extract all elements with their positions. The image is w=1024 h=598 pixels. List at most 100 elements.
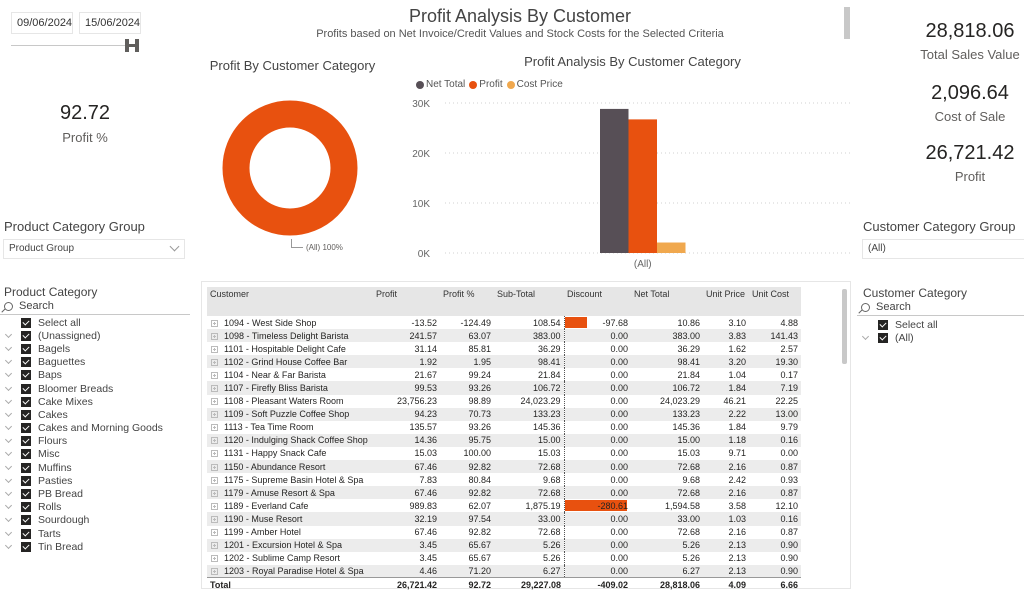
checkbox-checked-icon[interactable] xyxy=(21,541,31,552)
product-category-item[interactable]: Tin Bread xyxy=(0,540,190,553)
table-row[interactable]: 1202 - Sublime Camp Resort 3.45 65.67 5.26 0… xyxy=(207,551,801,565)
table-row[interactable]: 1201 - Excursion Hotel & Spa 3.45 65.67 5.2… xyxy=(207,538,801,552)
legend-item-profit[interactable]: Profit xyxy=(469,79,503,90)
chevron-down-icon[interactable] xyxy=(4,475,13,483)
column-header[interactable]: Sub-Total xyxy=(494,287,564,316)
bar-profit[interactable] xyxy=(628,119,658,253)
expand-icon[interactable] xyxy=(211,332,218,340)
chevron-down-icon[interactable] xyxy=(4,449,13,457)
table-row[interactable]: 1113 - Tea Time Room 135.57 93.26 145.36 0.0… xyxy=(207,420,801,434)
product-category-item[interactable]: Sourdough xyxy=(0,514,190,527)
bar-cost-price[interactable] xyxy=(657,242,686,253)
table-row[interactable]: 1109 - Soft Puzzle Coffee Shop 94.23 70.73… xyxy=(207,407,801,421)
expand-icon[interactable] xyxy=(211,555,218,563)
checkbox-checked-icon[interactable] xyxy=(21,370,31,381)
table-row[interactable]: 1101 - Hospitable Delight Cafe 31.14 85.81… xyxy=(207,342,801,356)
select-all-item[interactable]: Select all xyxy=(857,318,1024,331)
checkbox-checked-icon[interactable] xyxy=(21,528,31,539)
product-category-item[interactable]: Pasties xyxy=(0,474,190,487)
chevron-down-icon[interactable] xyxy=(4,383,13,391)
product-category-item[interactable]: Cake Mixes xyxy=(0,395,190,408)
chevron-down-icon[interactable] xyxy=(4,541,13,549)
checkbox-checked-icon[interactable] xyxy=(21,475,31,486)
expand-icon[interactable] xyxy=(211,529,218,537)
chevron-down-icon[interactable] xyxy=(4,330,13,338)
expand-icon[interactable] xyxy=(211,542,218,550)
column-header[interactable]: Discount xyxy=(564,287,631,316)
checkbox-checked-icon[interactable] xyxy=(21,343,31,354)
column-header[interactable]: Profit xyxy=(373,287,440,316)
checkbox-checked-icon[interactable] xyxy=(21,383,31,394)
checkbox-checked-icon[interactable] xyxy=(21,489,31,500)
table-row[interactable]: 1108 - Pleasant Waters Room 23,756.23 98.8… xyxy=(207,394,801,408)
product-category-item[interactable]: Cakes and Morning Goods xyxy=(0,422,190,435)
legend-item-net-total[interactable]: Net Total xyxy=(416,79,465,90)
expand-icon[interactable] xyxy=(211,411,218,419)
expand-icon[interactable] xyxy=(211,437,218,445)
chevron-down-icon[interactable] xyxy=(4,396,13,404)
expand-icon[interactable] xyxy=(211,515,218,523)
table-row[interactable]: 1150 - Abundance Resort 67.46 92.82 72.68 0.… xyxy=(207,460,801,474)
table-row[interactable]: 1094 - West Side Shop -13.52 -124.49 108.54… xyxy=(207,316,801,330)
expand-icon[interactable] xyxy=(211,398,218,406)
date-slider-track[interactable] xyxy=(11,45,129,46)
product-category-item[interactable]: Bagels xyxy=(0,342,190,355)
table-row[interactable]: 1120 - Indulging Shack Coffee Shop 14.36 9… xyxy=(207,433,801,447)
table-row[interactable]: 1102 - Grind House Coffee Bar 1.92 1.95 98.… xyxy=(207,355,801,369)
checkbox-checked-icon[interactable] xyxy=(21,449,31,460)
checkbox-checked-icon[interactable] xyxy=(21,436,31,447)
table-row[interactable]: 1203 - Royal Paradise Hotel & Spa 4.46 71.… xyxy=(207,564,801,578)
customer-category-search[interactable]: Search xyxy=(857,301,1024,316)
chevron-down-icon[interactable] xyxy=(861,332,870,340)
table-row[interactable]: 1189 - Everland Cafe 989.83 62.07 1,875.19 -… xyxy=(207,499,801,513)
table-row[interactable]: 1179 - Amuse Resort & Spa 67.46 92.82 72.68… xyxy=(207,486,801,500)
chevron-down-icon[interactable] xyxy=(4,370,13,378)
column-header[interactable]: Customer xyxy=(207,287,373,316)
expand-icon[interactable] xyxy=(211,424,218,432)
chevron-down-icon[interactable] xyxy=(4,528,13,536)
donut-slice-all[interactable] xyxy=(222,100,358,236)
table-row[interactable]: 1199 - Amber Hotel 67.46 92.82 72.68 0.00 72.… xyxy=(207,525,801,539)
date-slider-handle[interactable] xyxy=(125,39,139,52)
checkbox-checked-icon[interactable] xyxy=(21,317,31,328)
expand-icon[interactable] xyxy=(211,463,218,471)
chevron-down-icon[interactable] xyxy=(4,357,13,365)
product-category-item[interactable]: Flours xyxy=(0,435,190,448)
select-all-item[interactable]: Select all xyxy=(0,316,190,329)
checkbox-checked-icon[interactable] xyxy=(878,319,888,330)
checkbox-checked-icon[interactable] xyxy=(21,462,31,473)
product-category-search[interactable]: Search xyxy=(0,300,190,315)
table-row[interactable]: 1131 - Happy Snack Cafe 15.03 100.00 15.03 0… xyxy=(207,446,801,461)
checkbox-checked-icon[interactable] xyxy=(21,502,31,513)
expand-icon[interactable] xyxy=(211,345,218,353)
checkbox-checked-icon[interactable] xyxy=(21,423,31,434)
table-row[interactable]: 1104 - Near & Far Barista 21.67 99.24 21.84… xyxy=(207,368,801,382)
legend-item-cost-price[interactable]: Cost Price xyxy=(506,79,563,90)
table-row[interactable]: 1175 - Supreme Basin Hotel & Spa 7.83 80.8… xyxy=(207,473,801,487)
product-category-item[interactable]: Muffins xyxy=(0,461,190,474)
chevron-down-icon[interactable] xyxy=(4,436,13,444)
bar-net-total[interactable] xyxy=(600,108,629,253)
checkbox-checked-icon[interactable] xyxy=(21,357,31,368)
product-category-item[interactable]: Baps xyxy=(0,369,190,382)
checkbox-checked-icon[interactable] xyxy=(878,332,888,343)
expand-icon[interactable] xyxy=(211,358,218,366)
table-row[interactable]: 1107 - Firefly Bliss Barista 99.53 93.26 10… xyxy=(207,381,801,395)
chevron-down-icon[interactable] xyxy=(4,488,13,497)
product-category-item[interactable]: Rolls xyxy=(0,501,190,514)
product-category-item[interactable]: Cakes xyxy=(0,408,190,421)
column-header[interactable]: Profit % xyxy=(440,287,494,316)
chevron-down-icon[interactable] xyxy=(4,502,13,510)
expand-icon[interactable] xyxy=(211,476,218,484)
table-scrollbar[interactable] xyxy=(842,289,847,364)
expand-icon[interactable] xyxy=(211,489,218,497)
column-header[interactable]: Unit Cost xyxy=(749,287,801,316)
product-category-group-dropdown[interactable]: Product Group xyxy=(3,239,185,259)
expand-icon[interactable] xyxy=(211,568,218,576)
date-end-input[interactable]: 15/06/2024 xyxy=(79,12,141,34)
product-category-item[interactable]: Misc xyxy=(0,448,190,461)
expand-icon[interactable] xyxy=(211,385,218,393)
expand-icon[interactable] xyxy=(211,371,218,379)
product-category-item[interactable]: Baguettes xyxy=(0,356,190,369)
customer-category-group-dropdown[interactable]: (All) xyxy=(862,239,1024,259)
